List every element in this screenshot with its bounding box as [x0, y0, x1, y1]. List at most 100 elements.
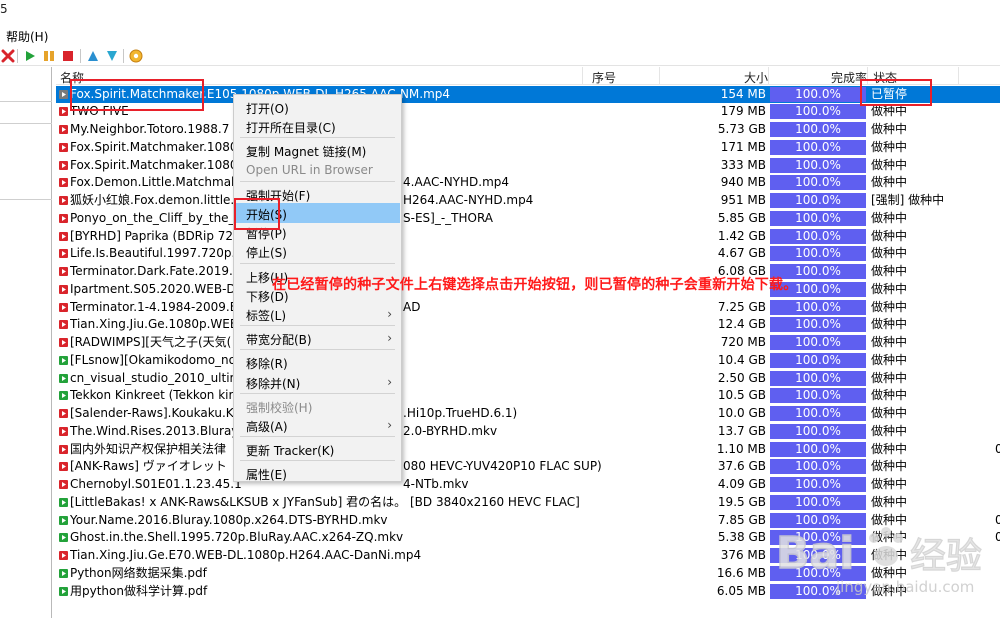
seeding-icon: [59, 551, 68, 560]
torrent-size: 4.67 GB: [717, 246, 766, 261]
table-row[interactable]: Fox.Spirit.Matchmaker.1080 171 MB 100.0% 做种…: [56, 139, 1000, 157]
torrent-size: 171 MB: [720, 139, 766, 154]
menu-item[interactable]: 移除(R): [235, 352, 400, 372]
menu-item[interactable]: 打开(O): [235, 97, 400, 117]
menu-item[interactable]: 复制 Magnet 链接(M): [235, 140, 400, 160]
column-divider: [582, 67, 583, 85]
table-row[interactable]: Terminator.1-4.1984-2009.E AD 7.25 GB 100.0…: [56, 299, 1000, 317]
chevron-right-icon: ›: [387, 374, 392, 389]
column-header-order[interactable]: 序号: [592, 69, 616, 86]
delete-icon[interactable]: [0, 48, 16, 64]
table-row[interactable]: 狐妖小红娘.Fox.demon.little. H264.AAC-NYHD.mp4…: [56, 192, 1000, 210]
seeding-icon: [59, 355, 68, 365]
menu-item[interactable]: 移除并(N) ›: [235, 372, 400, 392]
table-row[interactable]: Fox.Spirit.Matchmaker.1080 333 MB 100.0% 做种…: [56, 157, 1000, 175]
menu-item[interactable]: 高级(A) ›: [235, 415, 400, 435]
left-panel-divider: [0, 101, 52, 102]
seeding-icon: [59, 497, 68, 507]
table-row[interactable]: [RADWIMPS][天气之子(天気(720 MB 100.0% 做种中: [56, 334, 1000, 352]
table-row[interactable]: Chernobyl.S01E01.1.23.45.1 4-NTb.mkv 4.09 …: [56, 476, 1000, 494]
torrent-name-tail: 4.AAC-NYHD.mp4: [403, 175, 510, 190]
seeding-icon: [59, 391, 68, 401]
menu-item-label: 打开所在目录(C): [246, 121, 336, 136]
table-row[interactable]: My.Neighbor.Totoro.1988.7 5.73 GB 100.0% 做种…: [56, 121, 1000, 139]
torrent-status: 做种中: [871, 388, 908, 403]
seeding-icon: [59, 338, 68, 347]
menu-item[interactable]: 标签(L) ›: [235, 304, 400, 324]
column-header-size[interactable]: 大小: [744, 69, 768, 86]
seeding-icon: [59, 373, 68, 383]
torrent-status: 做种中: [871, 406, 908, 420]
menu-bar: 帮助(H): [0, 24, 1000, 46]
menu-item[interactable]: 属性(E): [235, 463, 400, 483]
menu-item[interactable]: 打开所在目录(C): [235, 116, 400, 136]
table-row[interactable]: Fox.Demon.Little.Matchmak 4.AAC-NYHD.mp4 9…: [56, 174, 1000, 192]
table-row[interactable]: Life.Is.Beautiful.1997.720p.B 4.67 GB 100.…: [56, 245, 1000, 263]
torrent-status: 做种中: [871, 299, 908, 314]
seeding-icon: [59, 107, 68, 117]
table-row[interactable]: The.Wind.Rises.2013.Bluray. 2.0-BYRHD.mkv…: [56, 423, 1000, 441]
torrent-size: 1.42 GB: [717, 228, 766, 243]
watermark-url: jingyan.baidu.com: [836, 578, 975, 596]
torrent-size: 5.38 GB: [717, 530, 766, 545]
torrent-name-tail: S-ES]_-_THORA: [403, 210, 494, 225]
menu-separator: [240, 349, 395, 351]
menu-item-label: 更新 Tracker(K): [246, 444, 335, 459]
chevron-right-icon: ›: [387, 331, 392, 346]
progress-bar: 100.0%: [770, 388, 866, 404]
menu-item[interactable]: 停止(S): [235, 241, 400, 261]
menu-item[interactable]: 更新 Tracker(K): [235, 439, 400, 459]
torrent-status: 做种中: [871, 210, 908, 225]
torrent-name: Your.Name.2016.Bluray.1080p.x264.DTS-BYR…: [70, 512, 388, 527]
menu-item: Open URL in Browser: [235, 160, 400, 180]
progress-bar: 100.0%: [770, 122, 866, 137]
torrent-status: 做种中: [871, 317, 908, 332]
table-row[interactable]: [FLsnow][Okamikodomo_no 10.4 GB 100.0% 做种中: [56, 352, 1000, 370]
torrent-size: 16.6 MB: [716, 565, 766, 580]
menu-item[interactable]: 带宽分配(B) ›: [235, 328, 400, 348]
table-row[interactable]: [BYRHD] Paprika (BDRip 72 1.42 GB 100.0% 做种…: [56, 228, 1000, 246]
menu-separator: [240, 325, 395, 327]
torrent-name-tail: 2.0-BYRHD.mkv: [403, 423, 498, 438]
torrent-status: 做种中: [871, 423, 908, 438]
table-row[interactable]: Ponyo_on_the_Cliff_by_the_ S-ES]_-_THORA 5…: [56, 210, 1000, 228]
torrent-status: 做种中: [871, 335, 908, 349]
progress-bar: 100.0%: [770, 246, 866, 262]
progress-bar: 100.0%: [770, 104, 866, 120]
menu-item-label: 高级(A): [246, 420, 288, 434]
seeding-icon: [59, 249, 68, 259]
menu-help[interactable]: 帮助(H): [6, 28, 48, 45]
progress-bar: 100.0%: [770, 317, 866, 333]
torrent-status: 做种中: [871, 477, 908, 491]
table-row[interactable]: cn_visual_studio_2010_ultim 2.50 GB 100.0%…: [56, 370, 1000, 388]
torrent-size: 10.5 GB: [717, 388, 766, 403]
table-row[interactable]: 国内外知识产权保护相关法律 1.10 MB 100.0% 做种中 0: [56, 441, 1000, 459]
torrent-status: 做种中: [871, 157, 908, 172]
seeding-icon: [59, 480, 68, 489]
stop-icon[interactable]: [60, 48, 76, 64]
torrent-size: 1.10 MB: [716, 441, 766, 456]
seeding-icon: [59, 231, 68, 241]
torrent-size: 5.73 GB: [717, 122, 766, 136]
toolbar-separator: [123, 49, 124, 63]
progress-bar: 100.0%: [770, 352, 866, 368]
move-down-icon[interactable]: [104, 48, 120, 64]
table-row[interactable]: [Salender-Raws].Koukaku.Ki .Hi10p.TrueHD.…: [56, 405, 1000, 423]
table-row[interactable]: Tian.Xing.Jiu.Ge.1080p.WEB 12.4 GB 100.0% 做…: [56, 316, 1000, 334]
start-icon[interactable]: [22, 48, 38, 64]
seeding-icon: [59, 302, 68, 312]
torrent-size: 19.5 GB: [717, 494, 766, 509]
seeding-icon: [59, 125, 68, 134]
pause-icon[interactable]: [41, 48, 57, 64]
settings-icon[interactable]: [128, 48, 144, 64]
table-row[interactable]: [ANK-Raws] ヴァイオレット 080 HEVC-YUV420P10 FLA…: [56, 458, 1000, 476]
toolbar-separator: [17, 49, 18, 63]
menu-separator: [240, 392, 395, 394]
move-up-icon[interactable]: [85, 48, 101, 64]
highlight-paused-status: [860, 79, 932, 106]
torrent-name-tail: AD: [403, 299, 421, 314]
table-row[interactable]: Tekkon Kinkreet (Tekkon kir 10.5 GB 100.0%…: [56, 387, 1000, 405]
left-panel-divider: [0, 199, 52, 200]
menu-item-label: 移除(R): [246, 357, 288, 372]
menu-item-label: Open URL in Browser: [246, 162, 373, 177]
